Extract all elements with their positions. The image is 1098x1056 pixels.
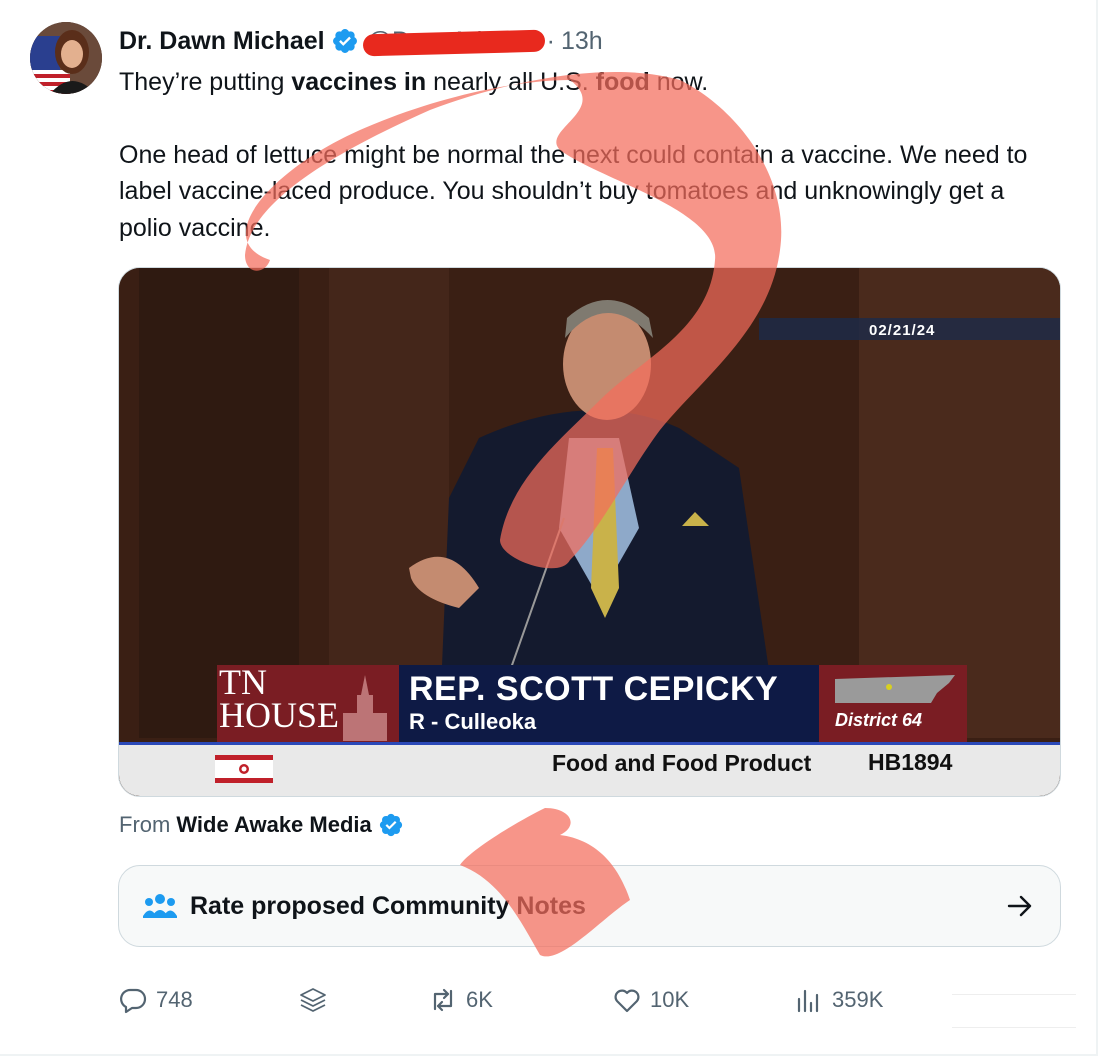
chyron-district: District 64	[835, 710, 923, 730]
chyron-rep-name: REP. SCOTT CEPICKY	[409, 670, 779, 708]
arrow-right-icon	[1007, 895, 1032, 917]
reply-button[interactable]: 748	[118, 980, 193, 1020]
source-prefix: From	[119, 812, 171, 837]
share-button-placeholder[interactable]	[952, 994, 1076, 1028]
retweet-count: 6K	[466, 987, 493, 1012]
author-avatar[interactable]	[30, 22, 102, 94]
chyron-rep-party: R - Culleoka	[409, 709, 537, 734]
tweet-timestamp[interactable]: 13h	[561, 27, 603, 56]
heart-icon	[614, 989, 640, 1013]
chyron-org-name: TN HOUSE	[219, 662, 340, 735]
video-player[interactable]: 02/21/24 TN HOUSE REP. SCOTT CEPICKY R -…	[118, 267, 1061, 797]
views-count: 359K	[832, 987, 884, 1012]
tennessee-map-icon	[835, 675, 955, 703]
tweet-text: They’re putting vaccines in nearly all U…	[119, 64, 1059, 246]
bold-phrase-vaccines: vaccines in	[291, 68, 427, 96]
community-people-icon	[143, 894, 177, 918]
source-account-link[interactable]: Wide Awake Media	[176, 812, 371, 838]
handle-redaction-mark	[362, 29, 545, 56]
rate-community-notes-button[interactable]: Rate proposed Community Notes	[118, 865, 1061, 947]
tweet-actions-bar: 748 6K 10K 359K	[118, 980, 1078, 1020]
like-count: 10K	[650, 987, 690, 1012]
capitol-building-icon	[343, 675, 387, 741]
reply-count: 748	[156, 987, 193, 1012]
tn-flag-icon	[215, 755, 273, 783]
retweet-button[interactable]: 6K	[428, 980, 493, 1020]
bookmark-layers-button[interactable]	[298, 980, 336, 1020]
tweet-card[interactable]: Dr. Dawn Michael @DawnMission · 13h They…	[0, 0, 1098, 1056]
like-button[interactable]: 10K	[612, 980, 689, 1020]
tweet-header: Dr. Dawn Michael @DawnMission · 13h	[119, 24, 603, 58]
header-separator: ·	[546, 26, 555, 55]
views-button[interactable]: 359K	[794, 980, 883, 1020]
bill-number: HB1894	[868, 749, 953, 775]
community-notes-label: Rate proposed Community Notes	[190, 892, 586, 920]
bill-topic: Food and Food Product	[552, 750, 812, 776]
video-date-stamp: 02/21/24	[869, 322, 936, 339]
tweet-text-line1: They’re putting vaccines in nearly all U…	[119, 68, 709, 96]
verified-badge-icon	[332, 29, 357, 53]
author-name[interactable]: Dr. Dawn Michael	[119, 27, 325, 56]
retweet-icon	[433, 988, 453, 1012]
views-icon	[797, 989, 819, 1013]
reply-icon	[120, 988, 147, 1014]
author-handle[interactable]: @DawnMission	[362, 27, 545, 56]
layers-icon	[300, 988, 326, 1012]
bold-phrase-food: food	[595, 68, 650, 96]
media-source-attribution: From Wide Awake Media	[119, 812, 404, 838]
verified-badge-icon	[379, 813, 402, 837]
tweet-text-paragraph2: One head of lettuce might be normal the …	[119, 140, 1028, 242]
